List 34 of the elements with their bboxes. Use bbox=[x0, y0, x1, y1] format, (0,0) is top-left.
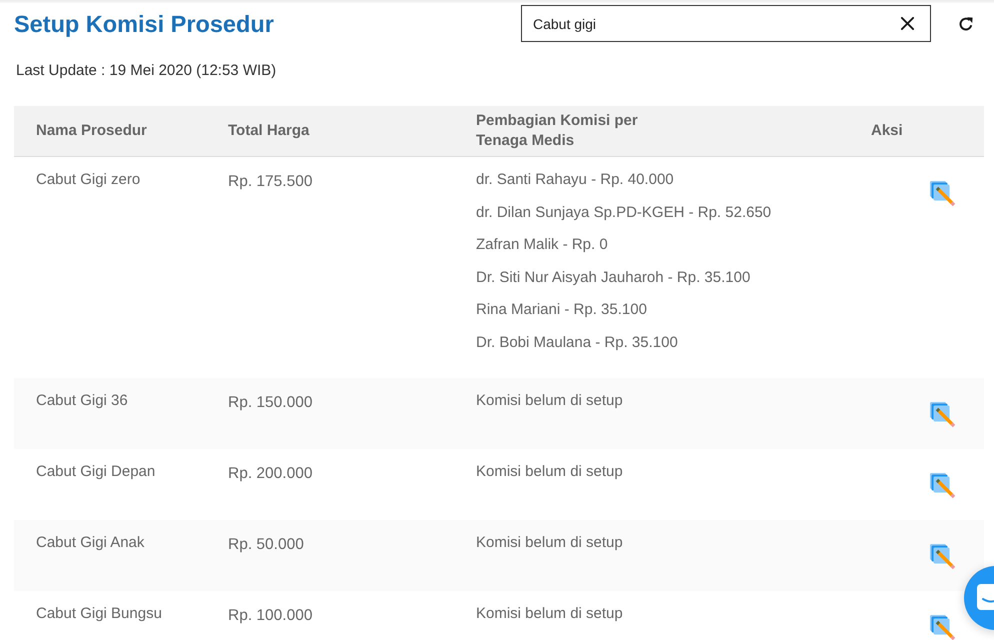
procedure-name: Cabut Gigi Anak bbox=[36, 533, 144, 553]
total-price: Rp. 150.000 bbox=[228, 393, 312, 413]
close-icon[interactable] bbox=[901, 17, 914, 30]
search-field[interactable]: Cabut gigi bbox=[521, 5, 931, 42]
total-price: Rp. 50.000 bbox=[228, 535, 304, 555]
pencil-icon[interactable] bbox=[930, 473, 955, 499]
column-header: Pembagian Komisi per Tenaga Medis bbox=[476, 111, 639, 151]
column-header: Nama Prosedur bbox=[36, 121, 147, 141]
procedure-name: Cabut Gigi 36 bbox=[36, 391, 128, 411]
total-price: Rp. 200.000 bbox=[228, 464, 312, 484]
commission-line: Dr. Bobi Maulana - Rp. 35.100 bbox=[476, 332, 678, 352]
commission-status: Komisi belum di setup bbox=[476, 462, 623, 482]
commission-line: dr. Dilan Sunjaya Sp.PD-KGEH - Rp. 52.650 bbox=[476, 202, 772, 222]
pencil-icon[interactable] bbox=[930, 615, 955, 640]
total-price: Rp. 175.500 bbox=[228, 172, 312, 192]
commission-line: Dr. Siti Nur Aisyah Jauharoh - Rp. 35.100 bbox=[476, 268, 750, 288]
commission-line: dr. Santi Rahayu - Rp. 40.000 bbox=[476, 170, 674, 190]
commission-status: Komisi belum di setup bbox=[476, 391, 623, 411]
procedure-name: Cabut Gigi zero bbox=[36, 170, 140, 190]
total-price: Rp. 100.000 bbox=[228, 606, 312, 626]
commission-line: Rina Mariani - Rp. 35.100 bbox=[476, 300, 647, 320]
commission-line: Zafran Malik - Rp. 0 bbox=[476, 235, 608, 255]
procedure-name: Cabut Gigi Bungsu bbox=[36, 604, 162, 624]
commission-status: Komisi belum di setup bbox=[476, 533, 623, 553]
pencil-icon[interactable] bbox=[930, 544, 955, 570]
column-header: Aksi bbox=[871, 121, 903, 141]
last-update-text: Last Update : 19 Mei 2020 (12:53 WIB) bbox=[16, 61, 276, 81]
column-header: Total Harga bbox=[228, 121, 310, 141]
pencil-icon[interactable] bbox=[930, 402, 955, 428]
pencil-icon[interactable] bbox=[930, 181, 955, 207]
refresh-icon[interactable] bbox=[958, 16, 974, 32]
page-title: Setup Komisi Prosedur bbox=[14, 10, 274, 38]
commission-status: Komisi belum di setup bbox=[476, 604, 623, 624]
procedure-name: Cabut Gigi Depan bbox=[36, 462, 156, 482]
